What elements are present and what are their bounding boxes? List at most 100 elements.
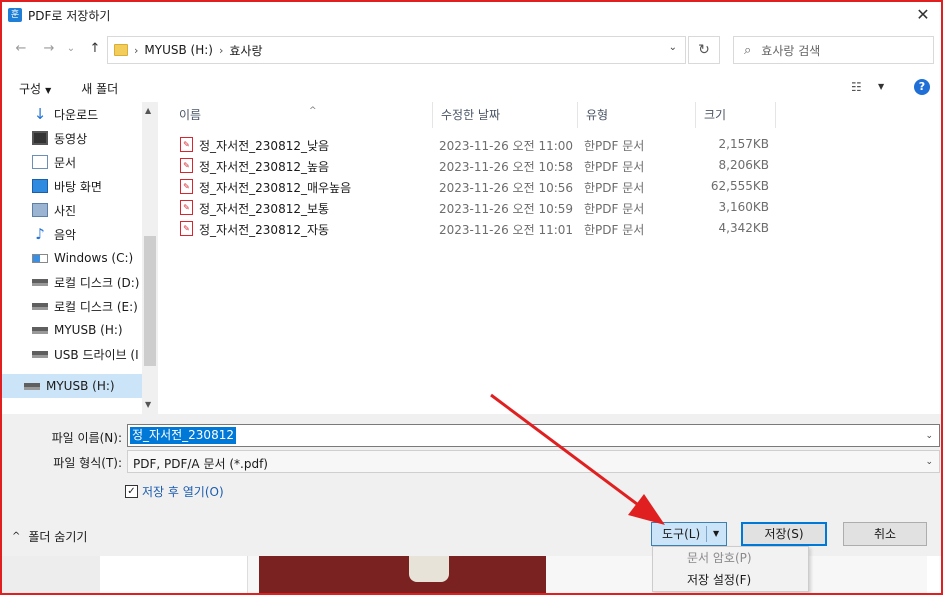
help-icon[interactable]: ? xyxy=(914,79,930,95)
filetype-value: PDF, PDF/A 문서 (*.pdf) xyxy=(133,457,268,471)
file-date: 2023-11-26 오전 10:56 xyxy=(439,181,574,195)
file-size: 3,160KB xyxy=(718,200,769,214)
chevron-down-icon[interactable]: ⌄ xyxy=(925,431,933,441)
open-after-save-label[interactable]: 저장 후 열기(O) xyxy=(142,483,224,500)
nav-item-documents[interactable]: 문서 xyxy=(2,150,142,174)
nav-item-drive-d[interactable]: 로컬 디스크 (D:) xyxy=(2,270,142,294)
file-name: 정_자서전_230812_보통 xyxy=(199,202,330,216)
menu-item-document-password[interactable]: 문서 암호(P) xyxy=(653,548,808,569)
background-margin xyxy=(2,556,100,593)
file-row[interactable]: ✎ 정_자서전_230812_보통 2023-11-26 오전 10:59 한P… xyxy=(160,197,941,218)
nav-item-downloads[interactable]: ↓ 다운로드 xyxy=(2,102,142,126)
scrollbar-thumb[interactable] xyxy=(144,236,156,366)
nav-item-label: MYUSB (H:) xyxy=(46,379,115,393)
sort-ascending-icon: ^ xyxy=(309,106,317,116)
nav-item-label: 사진 xyxy=(54,203,77,218)
pdf-file-icon: ✎ xyxy=(180,200,193,215)
breadcrumb-separator: › xyxy=(218,43,224,57)
nav-item-drive-h-selected[interactable]: MYUSB (H:) xyxy=(2,374,156,398)
usb-drive-icon xyxy=(32,326,48,334)
file-row[interactable]: ✎ 정_자서전_230812_높음 2023-11-26 오전 10:58 한P… xyxy=(160,155,941,176)
column-header-size[interactable]: 크기 xyxy=(696,102,776,128)
file-date: 2023-11-26 오전 11:01 xyxy=(439,223,574,237)
nav-item-label: 다운로드 xyxy=(54,107,99,122)
view-options-icon[interactable]: ☷ xyxy=(851,80,862,94)
file-date: 2023-11-26 오전 11:00 xyxy=(439,139,574,153)
file-type: 한PDF 문서 xyxy=(584,139,645,153)
chevron-up-icon: ^ xyxy=(12,531,21,542)
nav-item-videos[interactable]: 동영상 xyxy=(2,126,142,150)
scroll-down-icon[interactable]: ▼ xyxy=(145,400,151,409)
music-note-icon: ♪ xyxy=(35,225,45,243)
filetype-select[interactable]: PDF, PDF/A 문서 (*.pdf) ⌄ xyxy=(127,450,940,473)
nav-item-label: MYUSB (H:) xyxy=(54,323,123,337)
caret-down-icon[interactable]: ▼ xyxy=(713,523,719,545)
menu-item-save-settings[interactable]: 저장 설정(F) xyxy=(653,570,808,591)
open-after-save-option[interactable]: ✓ 저장 후 열기(O) xyxy=(125,483,224,500)
organize-button[interactable]: 구성 ▼ xyxy=(19,80,51,97)
file-row[interactable]: ✎ 정_자서전_230812_낮음 2023-11-26 오전 11:00 한P… xyxy=(160,134,941,155)
view-caret-icon[interactable]: ▼ xyxy=(878,82,884,91)
document-icon xyxy=(32,155,48,169)
nav-item-music[interactable]: ♪ 음악 xyxy=(2,222,142,246)
pdf-file-icon: ✎ xyxy=(180,221,193,236)
address-dropdown-icon[interactable]: ⌄ xyxy=(669,42,677,53)
picture-icon xyxy=(32,203,48,217)
nav-item-pictures[interactable]: 사진 xyxy=(2,198,142,222)
search-input[interactable]: ⌕ 효사랑 검색 xyxy=(733,36,934,64)
cancel-button[interactable]: 취소 xyxy=(843,522,927,546)
recent-locations-chevron-icon[interactable]: ⌄ xyxy=(62,40,80,58)
command-toolbar: 구성 ▼ 새 폴더 ☷ ▼ ? xyxy=(2,74,941,102)
refresh-icon[interactable]: ↻ xyxy=(688,36,720,64)
nav-item-desktop[interactable]: 바탕 화면 xyxy=(2,174,142,198)
column-header-date[interactable]: 수정한 날짜 xyxy=(433,102,578,128)
file-list: 이름 ^ 수정한 날짜 유형 크기 ✎ 정_자서전_230812_낮음 2023… xyxy=(160,102,941,414)
file-size: 62,555KB xyxy=(710,179,769,193)
nav-item-label: 음악 xyxy=(54,227,77,242)
scroll-up-icon[interactable]: ▲ xyxy=(145,106,151,115)
close-icon[interactable]: ✕ xyxy=(913,5,933,25)
file-type: 한PDF 문서 xyxy=(584,223,645,237)
organize-label: 구성 xyxy=(19,81,42,96)
filename-input[interactable]: 정_자서전_230812 ⌄ xyxy=(127,424,940,447)
nav-scrollbar[interactable]: ▲ ▼ xyxy=(142,102,158,414)
breadcrumb-drive[interactable]: MYUSB (H:) xyxy=(144,43,213,57)
address-row: ← → ⌄ ↑ › MYUSB (H:) › 효사랑 ⌄ ↻ ⌕ 효사랑 검색 xyxy=(2,32,941,68)
column-header-name[interactable]: 이름 ^ xyxy=(171,102,433,128)
file-row[interactable]: ✎ 정_자서전_230812_매우높음 2023-11-26 오전 10:56 … xyxy=(160,176,941,197)
hide-folders-label: 폴더 숨기기 xyxy=(28,530,88,544)
file-name: 정_자서전_230812_매우높음 xyxy=(199,181,352,195)
app-icon: 훈 xyxy=(8,8,22,22)
tools-button[interactable]: 도구(L) ▼ xyxy=(651,522,727,546)
navigation-pane: ↓ 다운로드 동영상 문서 바탕 화면 사진 ♪ 음악 Windows (C:)… xyxy=(2,102,158,414)
address-bar[interactable]: › MYUSB (H:) › 효사랑 ⌄ xyxy=(107,36,686,64)
nav-item-label: 동영상 xyxy=(54,131,88,146)
nav-item-drive-i[interactable]: USB 드라이브 (I xyxy=(2,342,142,366)
filename-value: 정_자서전_230812 xyxy=(130,427,236,444)
back-arrow-icon[interactable]: ← xyxy=(12,40,30,58)
windows-drive-icon xyxy=(32,253,48,263)
nav-item-drive-e[interactable]: 로컬 디스크 (E:) xyxy=(2,294,142,318)
filetype-label: 파일 형식(T): xyxy=(53,456,122,470)
file-name: 정_자서전_230812_낮음 xyxy=(199,139,330,153)
split-divider xyxy=(706,526,707,542)
open-after-save-checkbox[interactable]: ✓ xyxy=(125,485,138,498)
filename-label: 파일 이름(N): xyxy=(51,431,122,445)
file-type: 한PDF 문서 xyxy=(584,181,645,195)
nav-item-label: USB 드라이브 (I xyxy=(54,347,139,362)
up-arrow-icon[interactable]: ↑ xyxy=(86,40,104,58)
pdf-file-icon: ✎ xyxy=(180,158,193,173)
background-photo-figure xyxy=(409,556,449,582)
breadcrumb-folder[interactable]: 효사랑 xyxy=(229,42,262,59)
column-header-type[interactable]: 유형 xyxy=(578,102,696,128)
nav-item-label: Windows (C:) xyxy=(54,251,134,265)
nav-item-label: 로컬 디스크 (D:) xyxy=(54,275,140,290)
nav-item-label: 바탕 화면 xyxy=(54,179,102,194)
forward-arrow-icon[interactable]: → xyxy=(40,40,58,58)
file-row[interactable]: ✎ 정_자서전_230812_자동 2023-11-26 오전 11:01 한P… xyxy=(160,218,941,239)
new-folder-button[interactable]: 새 폴더 xyxy=(81,80,118,97)
save-button[interactable]: 저장(S) xyxy=(741,522,827,546)
hide-folders-button[interactable]: ^ 폴더 숨기기 xyxy=(12,528,87,545)
nav-item-drive-h[interactable]: MYUSB (H:) xyxy=(2,318,142,342)
nav-item-drive-c[interactable]: Windows (C:) xyxy=(2,246,142,270)
